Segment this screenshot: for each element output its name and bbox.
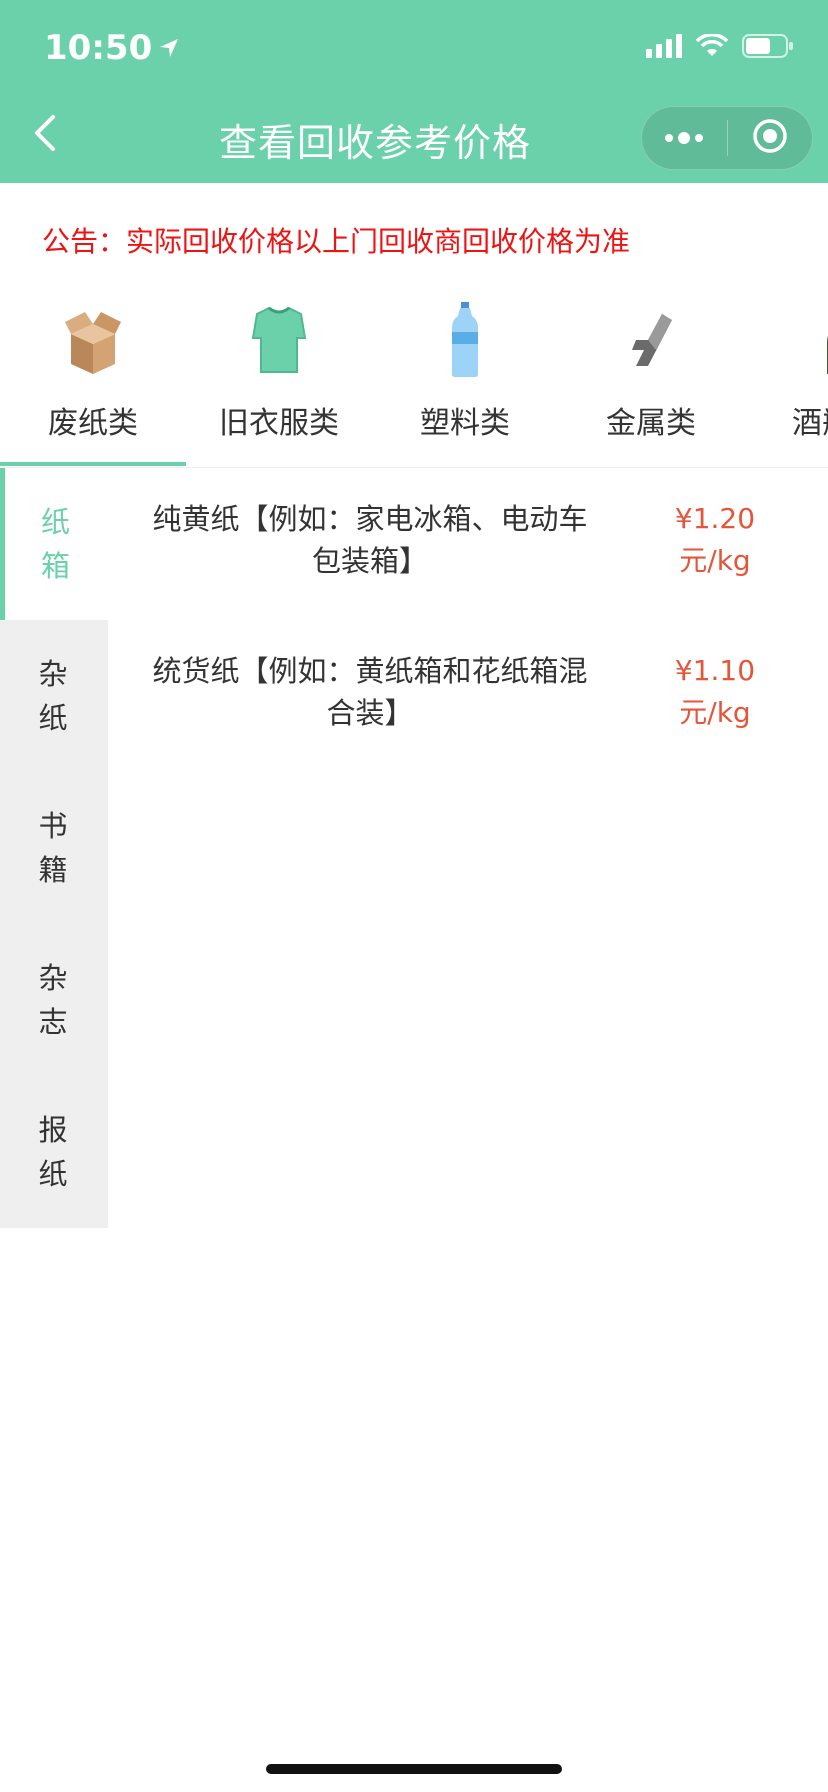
sidebar-item-label: 报纸 [38,1113,70,1191]
category-label: 酒瓶类 [792,406,828,441]
header: 10:50 查看回收参考价格 [0,0,828,183]
sidebar-item-misc-paper[interactable]: 杂纸 [0,620,108,772]
category-tab-clothes[interactable]: 旧衣服类 [186,292,372,467]
metal-beam-icon [611,300,691,380]
location-arrow-icon [158,28,180,68]
wine-bottle-icon [797,300,828,380]
sidebar-item-label: 书籍 [38,809,70,887]
sidebar-item-newspapers[interactable]: 报纸 [0,1076,108,1228]
category-label: 废纸类 [48,406,138,441]
category-tab-metal[interactable]: 金属类 [558,292,744,467]
category-label: 旧衣服类 [219,406,339,441]
product-price: ¥1.10元/kg [674,654,756,729]
sidebar-item-magazines[interactable]: 杂志 [0,924,108,1076]
battery-icon [742,34,794,62]
category-tab-wine-bottle[interactable]: 酒瓶类 [744,292,828,467]
wifi-icon [695,33,729,62]
cardboard-box-icon [53,300,133,380]
tshirt-icon [239,300,319,380]
status-icons [646,33,794,62]
category-tabs: 废纸类 旧衣服类 塑料类 金属类 酒 [0,292,828,468]
sidebar-item-label: 纸箱 [40,505,72,583]
list-item: 纯黄纸【例如：家电冰箱、电动车包装箱】 ¥1.20元/kg [140,468,800,620]
category-tab-paper[interactable]: 废纸类 [0,292,186,467]
category-tab-plastic[interactable]: 塑料类 [372,292,558,467]
sidebar-item-books[interactable]: 书籍 [0,772,108,924]
home-indicator[interactable] [266,1764,562,1774]
list-item: 统货纸【例如：黄纸箱和花纸箱混合装】 ¥1.10元/kg [140,620,800,772]
status-time-text: 10:50 [44,28,153,68]
notice-text: 公告：实际回收价格以上门回收商回收价格为准 [42,225,631,258]
category-label: 金属类 [606,406,696,441]
product-name: 统货纸【例如：黄纸箱和花纸箱混合装】 [152,654,588,730]
category-label: 塑料类 [420,406,510,441]
more-button[interactable] [642,107,727,169]
target-circle-icon [752,118,788,158]
subcategory-sidebar: 纸箱 杂纸 书籍 杂志 报纸 [0,468,108,1228]
close-miniprogram-button[interactable] [728,107,813,169]
more-dots-icon [664,129,704,148]
cellular-signal-icon [646,34,682,62]
page-title: 查看回收参考价格 [218,121,531,165]
product-name: 纯黄纸【例如：家电冰箱、电动车包装箱】 [152,502,588,578]
sidebar-item-label: 杂志 [38,961,70,1039]
sidebar-item-cartons[interactable]: 纸箱 [0,468,108,620]
status-time: 10:50 [44,28,180,68]
water-bottle-icon [425,300,505,380]
miniprogram-capsule [641,106,813,170]
sidebar-item-label: 杂纸 [38,657,70,735]
product-price: ¥1.20元/kg [674,502,756,577]
selected-tab-indicator [0,462,186,466]
